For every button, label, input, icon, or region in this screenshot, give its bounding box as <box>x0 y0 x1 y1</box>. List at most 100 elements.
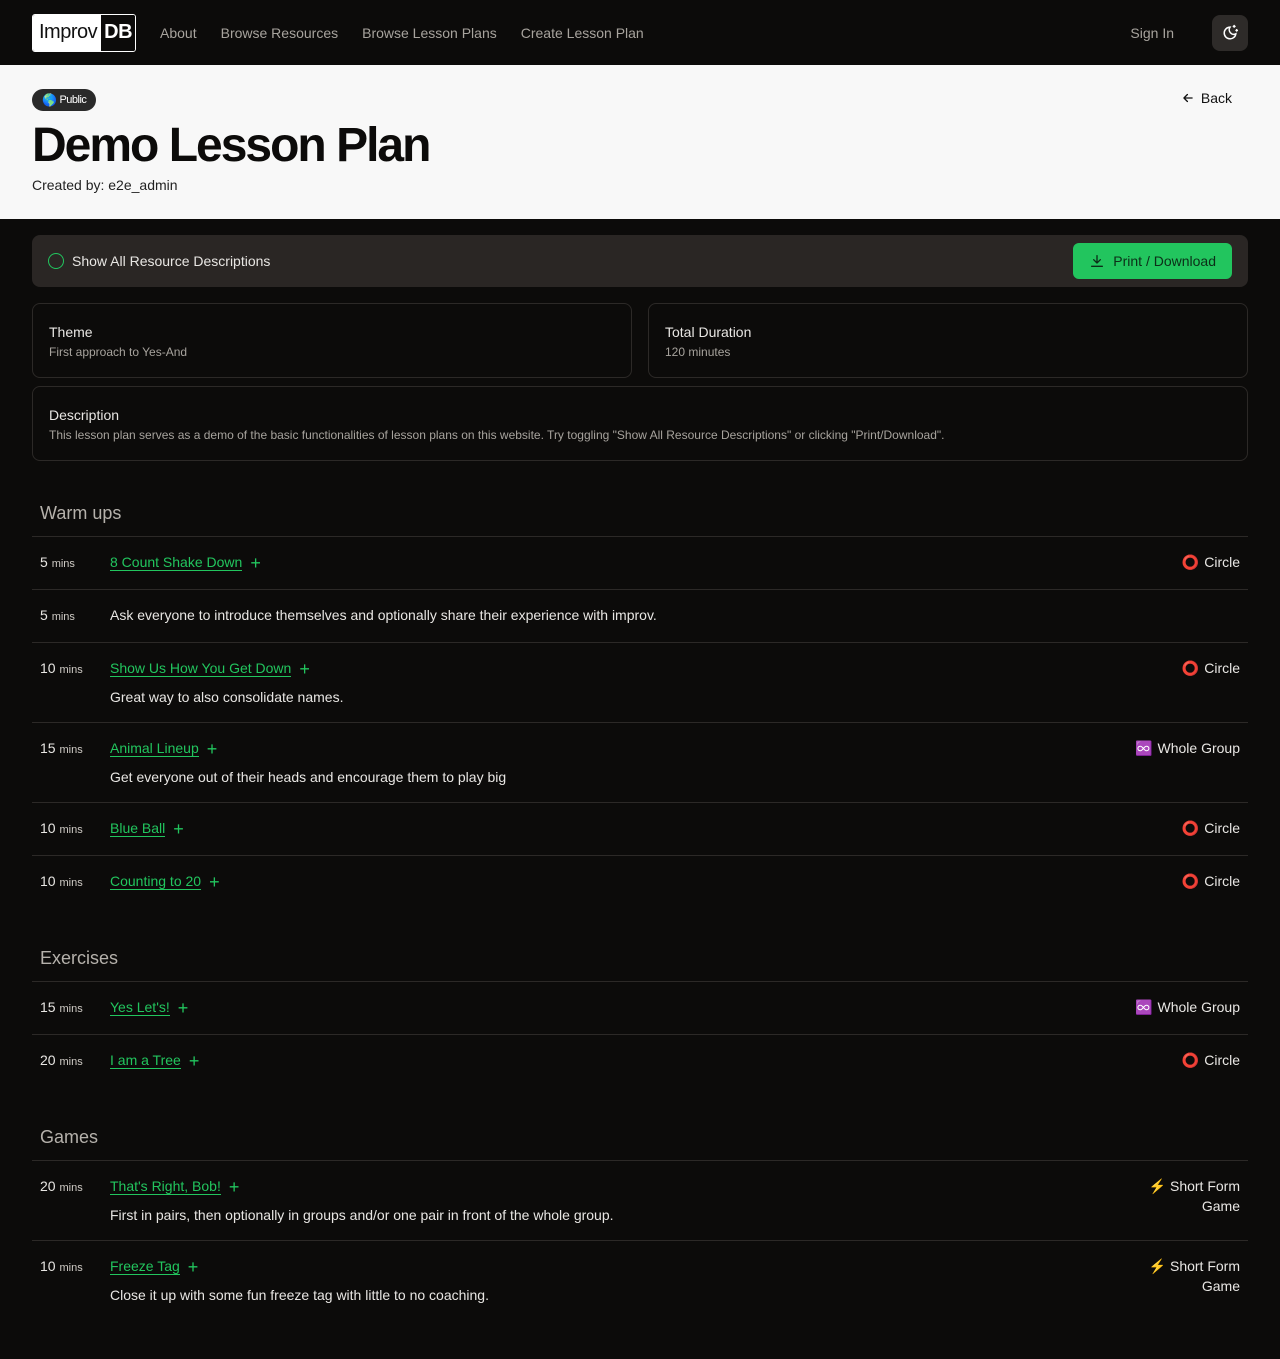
circle-icon: ⭕ <box>1181 1052 1200 1068</box>
resource-link[interactable]: Animal Lineup <box>110 740 199 757</box>
infinity-icon: ♾️ <box>1135 999 1153 1015</box>
item-duration: 10 mins <box>40 660 110 705</box>
resource-link[interactable]: Blue Ball <box>110 820 166 837</box>
lesson-item: 20 mins That's Right, Bob! + First in pairs… <box>32 1160 1248 1240</box>
format-label: Circle <box>1204 554 1240 570</box>
format-label: Short Form Game <box>1169 1258 1240 1294</box>
item-duration: 10 mins <box>40 820 110 838</box>
duration-unit: mins <box>59 664 83 676</box>
page-title: Demo Lesson Plan <box>32 119 431 172</box>
expand-plus-icon[interactable]: + <box>173 820 184 838</box>
duration-unit: mins <box>59 877 83 889</box>
duration-unit: mins <box>59 824 83 836</box>
item-note: Great way to also consolidate names. <box>110 689 344 705</box>
logo[interactable]: Improv DB <box>32 13 137 52</box>
toggle-radio[interactable] <box>48 253 64 269</box>
format-tag: ⭕ Circle <box>1182 660 1240 705</box>
format-tag: ⭕ Circle <box>1182 820 1240 838</box>
expand-plus-icon[interactable]: + <box>189 1052 200 1070</box>
print-download-button[interactable]: Print / Download <box>1073 243 1232 279</box>
lesson-item: 5 mins Ask everyone to introduce themselv… <box>32 589 1248 642</box>
resource-link[interactable]: I am a Tree <box>110 1052 181 1069</box>
main-content: Show All Resource Descriptions Print / D… <box>0 219 1280 1320</box>
nav-link-browse-lesson-plans[interactable]: Browse Lesson Plans <box>362 25 497 41</box>
lesson-item: 5 mins 8 Count Shake Down + ⭕ Circle <box>32 536 1248 589</box>
circle-icon: ⭕ <box>1181 820 1200 836</box>
format-label: Short Form Game <box>1169 1178 1240 1214</box>
duration-unit: mins <box>51 611 75 623</box>
nav-links: About Browse Resources Browse Lesson Pla… <box>160 25 644 41</box>
resource-link[interactable]: That's Right, Bob! <box>110 1178 221 1195</box>
section-title: Warm ups <box>40 503 122 523</box>
description-value: This lesson plan serves as a demo of the… <box>49 428 945 442</box>
expand-plus-icon[interactable]: + <box>207 740 218 758</box>
resource-link[interactable]: Show Us How You Get Down <box>110 660 292 677</box>
nav-link-browse-resources[interactable]: Browse Resources <box>221 25 339 41</box>
duration-number: 5 <box>40 554 48 570</box>
expand-plus-icon[interactable]: + <box>209 873 220 891</box>
format-tag: ⚡ Short Form Game <box>1140 1176 1240 1223</box>
duration-unit: mins <box>51 558 75 570</box>
duration-card: Total Duration 120 minutes <box>648 303 1248 378</box>
item-duration: 5 mins <box>40 554 110 572</box>
theme-label: Theme <box>49 324 93 340</box>
item-body: Animal Lineup + Get everyone out of their … <box>110 740 1135 785</box>
format-tag: ⭕ Circle <box>1182 554 1240 572</box>
duration-label: Total Duration <box>665 324 752 340</box>
infinity-icon: ♾️ <box>1135 740 1153 756</box>
back-button[interactable]: Back <box>1181 90 1232 106</box>
top-nav: Improv DB About Browse Resources Browse … <box>0 0 1280 65</box>
globe-icon: 🌎 <box>42 93 57 107</box>
section-title: Exercises <box>40 948 119 968</box>
resource-line: Show Us How You Get Down + <box>110 660 1182 678</box>
item-body: Yes Let's! + <box>110 999 1135 1017</box>
item-body: Counting to 20 + <box>110 873 1182 891</box>
item-note: Get everyone out of their heads and enco… <box>110 769 507 785</box>
resource-link[interactable]: Yes Let's! <box>110 999 170 1016</box>
format-label: Whole Group <box>1157 999 1240 1015</box>
resource-link[interactable]: 8 Count Shake Down <box>110 554 243 571</box>
item-duration: 5 mins <box>40 607 110 625</box>
circle-icon: ⭕ <box>1181 554 1200 570</box>
circle-icon: ⭕ <box>1181 873 1200 889</box>
nav-link-create-lesson-plan[interactable]: Create Lesson Plan <box>521 25 644 41</box>
duration-number: 5 <box>40 607 48 623</box>
lesson-item: 10 mins Blue Ball + ⭕ Circle <box>32 802 1248 855</box>
resource-line: Counting to 20 + <box>110 873 1182 891</box>
expand-plus-icon[interactable]: + <box>299 660 310 678</box>
item-body: Ask everyone to introduce themselves and… <box>110 607 1240 625</box>
theme-toggle-button[interactable] <box>1212 14 1248 51</box>
moon-icon <box>1223 24 1239 40</box>
lesson-item: 10 mins Show Us How You Get Down + Great wa… <box>32 642 1248 722</box>
print-label: Print / Download <box>1113 253 1216 269</box>
resource-link[interactable]: Counting to 20 <box>110 873 202 890</box>
expand-plus-icon[interactable]: + <box>188 1258 199 1276</box>
resource-line: Yes Let's! + <box>110 999 1135 1017</box>
section-warm-ups: Warm ups 5 mins 8 Count Shake Down + ⭕ Circl… <box>32 503 1248 908</box>
duration-number: 15 <box>40 740 56 756</box>
lesson-item: 20 mins I am a Tree + ⭕ Circle <box>32 1034 1248 1087</box>
expand-plus-icon[interactable]: + <box>250 554 261 572</box>
show-descriptions-toggle[interactable]: Show All Resource Descriptions <box>48 253 270 269</box>
duration-number: 20 <box>40 1052 56 1068</box>
item-body: 8 Count Shake Down + <box>110 554 1182 572</box>
expand-plus-icon[interactable]: + <box>229 1178 240 1196</box>
toggle-label: Show All Resource Descriptions <box>72 253 271 269</box>
resource-line: 8 Count Shake Down + <box>110 554 1182 572</box>
expand-plus-icon[interactable]: + <box>178 999 189 1017</box>
duration-unit: mins <box>59 744 83 756</box>
duration-unit: mins <box>59 1056 83 1068</box>
nav-link-about[interactable]: About <box>160 25 197 41</box>
resource-line: That's Right, Bob! + <box>110 1178 1140 1196</box>
duration-number: 10 <box>40 820 56 836</box>
sign-in-link[interactable]: Sign In <box>1130 25 1174 41</box>
resource-line: I am a Tree + <box>110 1052 1182 1070</box>
lesson-item: 10 mins Freeze Tag + Close it up with some … <box>32 1240 1248 1320</box>
resource-line: Freeze Tag + <box>110 1258 1140 1276</box>
duration-number: 10 <box>40 1258 56 1274</box>
duration-number: 15 <box>40 999 56 1015</box>
item-body: Show Us How You Get Down + Great way to al… <box>110 660 1182 705</box>
duration-unit: mins <box>59 1003 83 1015</box>
resource-link[interactable]: Freeze Tag <box>110 1258 180 1275</box>
section-exercises: Exercises 15 mins Yes Let's! + ♾️ Whole Grou… <box>32 948 1248 1087</box>
